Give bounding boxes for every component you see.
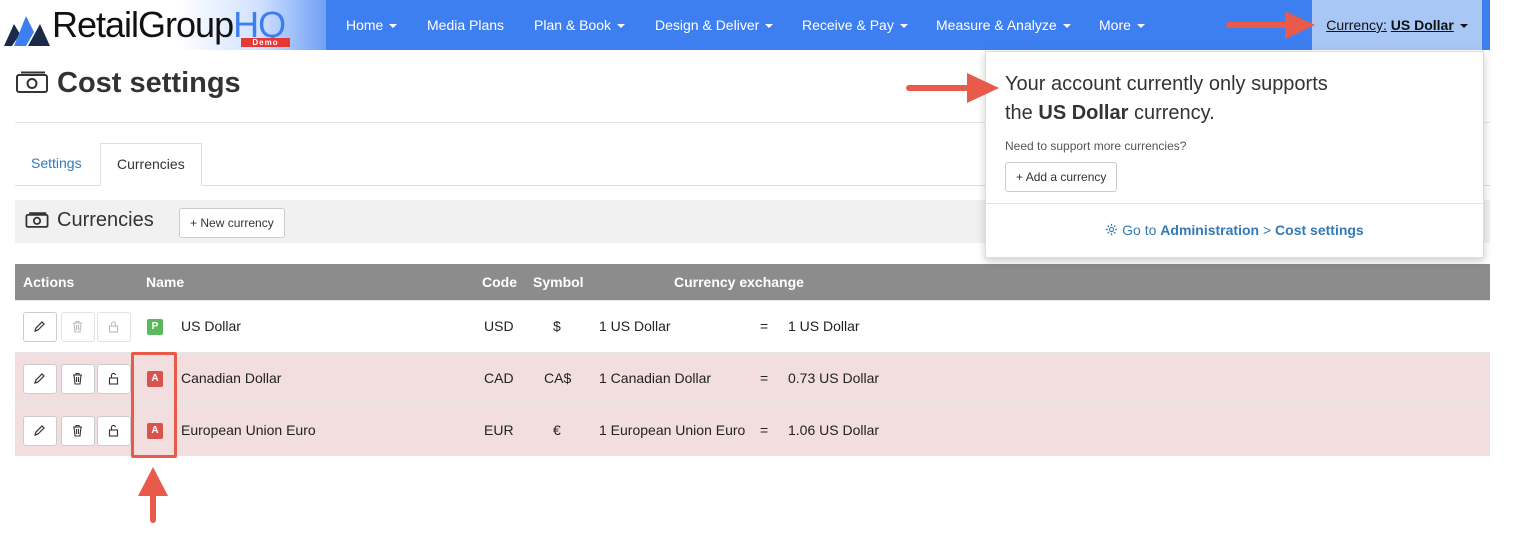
currency-dropdown-button[interactable]: Currency: US Dollar [1312, 0, 1482, 50]
annotation-arrow-icon [138, 467, 168, 523]
table-row: P US Dollar USD $ 1 US Dollar = 1 US Dol… [15, 300, 1490, 352]
nav-home[interactable]: Home [346, 0, 398, 50]
chevron-down-icon [389, 24, 398, 29]
money-icon [16, 71, 48, 94]
equals-sign: = [760, 422, 769, 438]
section-title: Currencies [25, 209, 154, 232]
currency-name: European Union Euro [181, 422, 316, 438]
currencies-table: Actions Name Code Symbol Currency exchan… [15, 264, 1490, 456]
chevron-down-icon [617, 24, 626, 29]
pencil-icon [34, 373, 45, 384]
money-icon [25, 212, 49, 228]
currency-name: Canadian Dollar [181, 370, 282, 386]
delete-button[interactable] [61, 364, 95, 394]
lock-icon [108, 321, 119, 333]
currency-code: CAD [484, 370, 514, 386]
annotation-arrow-icon [1226, 11, 1315, 39]
col-exchange: Currency exchange [674, 274, 804, 290]
tab-currencies[interactable]: Currencies [100, 143, 202, 186]
chevron-down-icon [1459, 24, 1468, 29]
unlock-icon [108, 424, 119, 437]
table-row: A Canadian Dollar CAD CA$ 1 Canadian Dol… [15, 352, 1490, 404]
tab-settings[interactable]: Settings [15, 143, 98, 184]
divider [986, 203, 1483, 204]
plus-icon: + [1016, 170, 1024, 184]
nav-more[interactable]: More [1099, 0, 1145, 50]
annotation-highlight-box [131, 352, 177, 458]
need-more-text: Need to support more currencies? [1005, 139, 1187, 153]
nav-receive-pay[interactable]: Receive & Pay [802, 0, 908, 50]
unlock-button[interactable] [97, 416, 131, 446]
currency-name: US Dollar [181, 318, 241, 334]
pencil-icon [34, 321, 45, 332]
lock-button[interactable] [97, 312, 131, 342]
edit-button[interactable] [23, 312, 57, 342]
table-row: A European Union Euro EUR € 1 European U… [15, 404, 1490, 456]
exchange-to: 1.06 US Dollar [788, 422, 880, 438]
unlock-button[interactable] [97, 364, 131, 394]
currency-symbol: $ [553, 318, 561, 334]
currency-code: EUR [484, 422, 514, 438]
equals-sign: = [760, 370, 769, 386]
pencil-icon [34, 425, 45, 436]
currency-code: USD [484, 318, 514, 334]
admin-cost-settings-link[interactable]: Go to Administration > Cost settings [986, 222, 1483, 238]
col-name: Name [146, 274, 185, 290]
gear-icon [1106, 223, 1118, 236]
plus-icon: + [190, 216, 198, 230]
annotation-arrow-icon [906, 73, 999, 103]
exchange-to: 1 US Dollar [788, 318, 860, 334]
exchange-from: 1 European Union Euro [599, 422, 746, 438]
delete-button[interactable] [61, 312, 95, 342]
page-title: Cost settings [15, 66, 241, 100]
currency-symbol: € [553, 422, 561, 438]
delete-button[interactable] [61, 416, 95, 446]
trash-icon [73, 424, 82, 437]
table-header: Actions Name Code Symbol Currency exchan… [15, 264, 1490, 300]
chevron-down-icon [765, 24, 774, 29]
col-symbol: Symbol [533, 274, 584, 290]
new-currency-button[interactable]: + New currency [179, 208, 285, 238]
chevron-down-icon [899, 24, 908, 29]
exchange-from: 1 Canadian Dollar [599, 370, 712, 386]
equals-sign: = [760, 318, 769, 334]
exchange-to: 0.73 US Dollar [788, 370, 880, 386]
currency-symbol: CA$ [544, 370, 572, 386]
primary-badge: P [147, 319, 163, 335]
exchange-from: 1 US Dollar [599, 318, 671, 334]
nav-plan-book[interactable]: Plan & Book [534, 0, 626, 50]
add-currency-button[interactable]: + Add a currency [1005, 162, 1118, 192]
demo-badge: Demo [241, 38, 290, 47]
currency-popover: Your account currently only supports the… [985, 51, 1484, 258]
trash-icon [73, 372, 82, 385]
brand-logo[interactable]: RetailGroupHQ Demo [0, 0, 326, 50]
unlock-icon [108, 372, 119, 385]
chevron-down-icon [1062, 24, 1071, 29]
nav-measure-analyze[interactable]: Measure & Analyze [936, 0, 1071, 50]
edit-button[interactable] [23, 364, 57, 394]
col-actions: Actions [23, 274, 75, 290]
col-code: Code [482, 274, 517, 290]
logo-mark-icon [4, 16, 50, 46]
chevron-down-icon [1136, 24, 1145, 29]
nav-design-deliver[interactable]: Design & Deliver [655, 0, 774, 50]
edit-button[interactable] [23, 416, 57, 446]
trash-icon [73, 320, 82, 333]
currency-support-message: Your account currently only supports the… [1005, 73, 1328, 124]
nav-media-plans[interactable]: Media Plans [427, 0, 504, 50]
